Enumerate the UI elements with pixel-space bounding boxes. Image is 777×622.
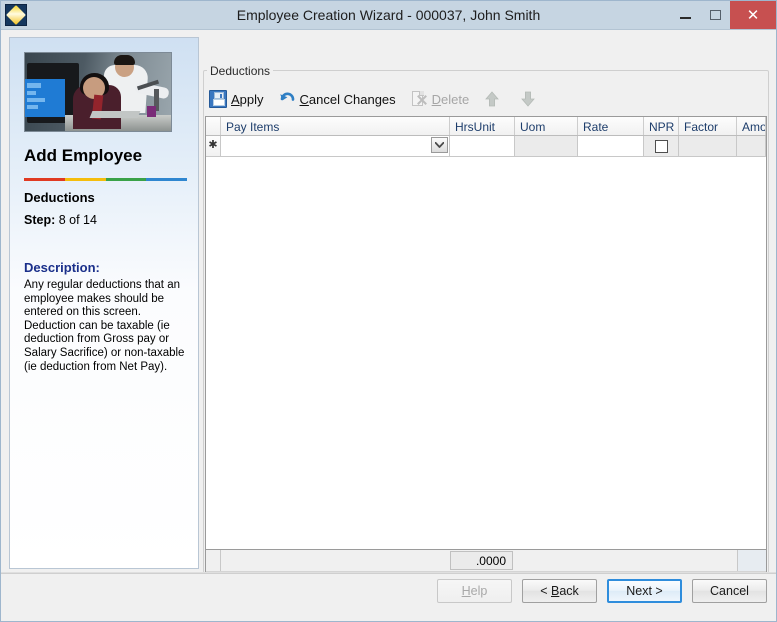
- wizard-step-counter: Step: 8 of 14: [24, 213, 97, 227]
- next-button[interactable]: Next >: [607, 579, 682, 603]
- npr-checkbox[interactable]: [654, 139, 668, 153]
- factor-cell: [679, 136, 737, 156]
- grid-toolbar: Apply Cancel Changes Delete: [205, 86, 551, 112]
- cancel-changes-label: Cancel Changes: [300, 92, 396, 107]
- employee-creation-wizard-window: Employee Creation Wizard - 000037, John …: [0, 0, 777, 622]
- summary-payitems-cell: [221, 550, 450, 571]
- wizard-step-label: Step:: [24, 213, 56, 227]
- cancel-changes-text: ancel Changes: [308, 91, 396, 107]
- footer-button-group: Help < Back Next > Cancel: [437, 579, 767, 603]
- cancel-label: Cancel: [710, 584, 749, 598]
- minimize-button[interactable]: [670, 1, 700, 29]
- minimize-icon: [679, 17, 691, 19]
- save-icon: [209, 90, 227, 108]
- divider-segment-1: [24, 178, 65, 181]
- chevron-down-icon[interactable]: [431, 137, 448, 153]
- cancel-button[interactable]: Cancel: [692, 579, 767, 603]
- description-text: Any regular deductions that an employee …: [24, 279, 185, 373]
- apply-button-label: Apply: [231, 92, 264, 107]
- dialog-content: Add Employee Deductions Step: 8 of 14 De…: [1, 30, 776, 591]
- summary-end-cell: [737, 550, 766, 571]
- pay-items-cell[interactable]: [221, 136, 450, 156]
- maximize-icon: [709, 10, 721, 20]
- summary-total-cell: .0000: [450, 551, 513, 570]
- back-label: < Back: [540, 584, 579, 598]
- row-new-marker: ✱: [206, 136, 221, 156]
- grid-header-uom[interactable]: Uom: [515, 117, 578, 135]
- help-button[interactable]: Help: [437, 579, 512, 603]
- delete-accel: D: [431, 91, 442, 107]
- cancel-changes-button[interactable]: Cancel Changes: [274, 87, 400, 111]
- apply-accel: A: [231, 91, 240, 107]
- office-workers-photo: [24, 52, 172, 132]
- footer-separator: [1, 573, 776, 574]
- divider-segment-4: [146, 178, 187, 181]
- grid-header-rowselector: [206, 117, 221, 135]
- deductions-group-label: Deductions: [207, 64, 274, 78]
- delete-button-label: Delete: [432, 92, 470, 107]
- arrow-down-icon: [519, 90, 537, 108]
- description-label: Description:: [24, 260, 100, 275]
- wizard-step-title: Deductions: [24, 190, 95, 205]
- move-down-button[interactable]: [515, 87, 545, 111]
- app-diamond-icon: [5, 4, 27, 26]
- next-label: Next >: [626, 584, 663, 598]
- arrow-up-icon: [483, 90, 501, 108]
- grid-header-factor[interactable]: Factor: [679, 117, 737, 135]
- delete-icon: [410, 90, 428, 108]
- uom-cell: [515, 136, 578, 156]
- back-button[interactable]: < Back: [522, 579, 597, 603]
- help-label: Help: [461, 584, 488, 598]
- summary-rowselector: [206, 550, 221, 571]
- close-button[interactable]: ✕: [730, 1, 776, 29]
- wizard-step-value: 8 of 14: [55, 213, 97, 227]
- apply-text: pply: [239, 91, 264, 107]
- hrsunit-cell[interactable]: [450, 136, 515, 156]
- close-icon: ✕: [746, 6, 760, 24]
- amount-cell: [737, 136, 766, 156]
- grid-header-row: Pay Items HrsUnit Uom Rate NPR Factor Am…: [206, 117, 766, 136]
- deductions-grid[interactable]: Pay Items HrsUnit Uom Rate NPR Factor Am…: [205, 116, 767, 588]
- grid-header-npr[interactable]: NPR: [644, 117, 679, 135]
- move-up-button[interactable]: [479, 87, 509, 111]
- grid-header-pay-items[interactable]: Pay Items: [221, 117, 450, 135]
- grid-new-row[interactable]: ✱: [206, 136, 766, 157]
- undo-icon: [278, 90, 296, 108]
- grid-empty-body[interactable]: [206, 157, 766, 549]
- rate-cell[interactable]: [578, 136, 644, 156]
- window-title: Employee Creation Wizard - 000037, John …: [236, 7, 541, 23]
- color-divider: [24, 178, 187, 181]
- apply-button[interactable]: Apply: [205, 87, 268, 111]
- delete-button[interactable]: Delete: [406, 87, 474, 111]
- wizard-heading: Add Employee: [24, 146, 143, 165]
- app-diamond-glyph: [6, 5, 26, 25]
- window-controls: ✕: [670, 1, 776, 29]
- wizard-side-panel: Add Employee Deductions Step: 8 of 14 De…: [9, 37, 199, 569]
- cancel-changes-accel: C: [299, 91, 309, 107]
- dialog-footer: Help < Back Next > Cancel: [1, 572, 776, 621]
- divider-segment-2: [64, 178, 106, 181]
- grid-header-rate[interactable]: Rate: [578, 117, 644, 135]
- title-bar: Employee Creation Wizard - 000037, John …: [1, 1, 776, 30]
- grid-header-amount[interactable]: Amoun: [737, 117, 766, 135]
- grid-summary-row: .0000: [206, 549, 766, 571]
- grid-header-hrsunit[interactable]: HrsUnit: [450, 117, 515, 135]
- divider-segment-3: [105, 178, 147, 181]
- delete-text: elete: [441, 91, 470, 107]
- summary-spacer-cell: [513, 550, 737, 571]
- maximize-button[interactable]: [700, 1, 730, 29]
- npr-cell[interactable]: [644, 136, 679, 156]
